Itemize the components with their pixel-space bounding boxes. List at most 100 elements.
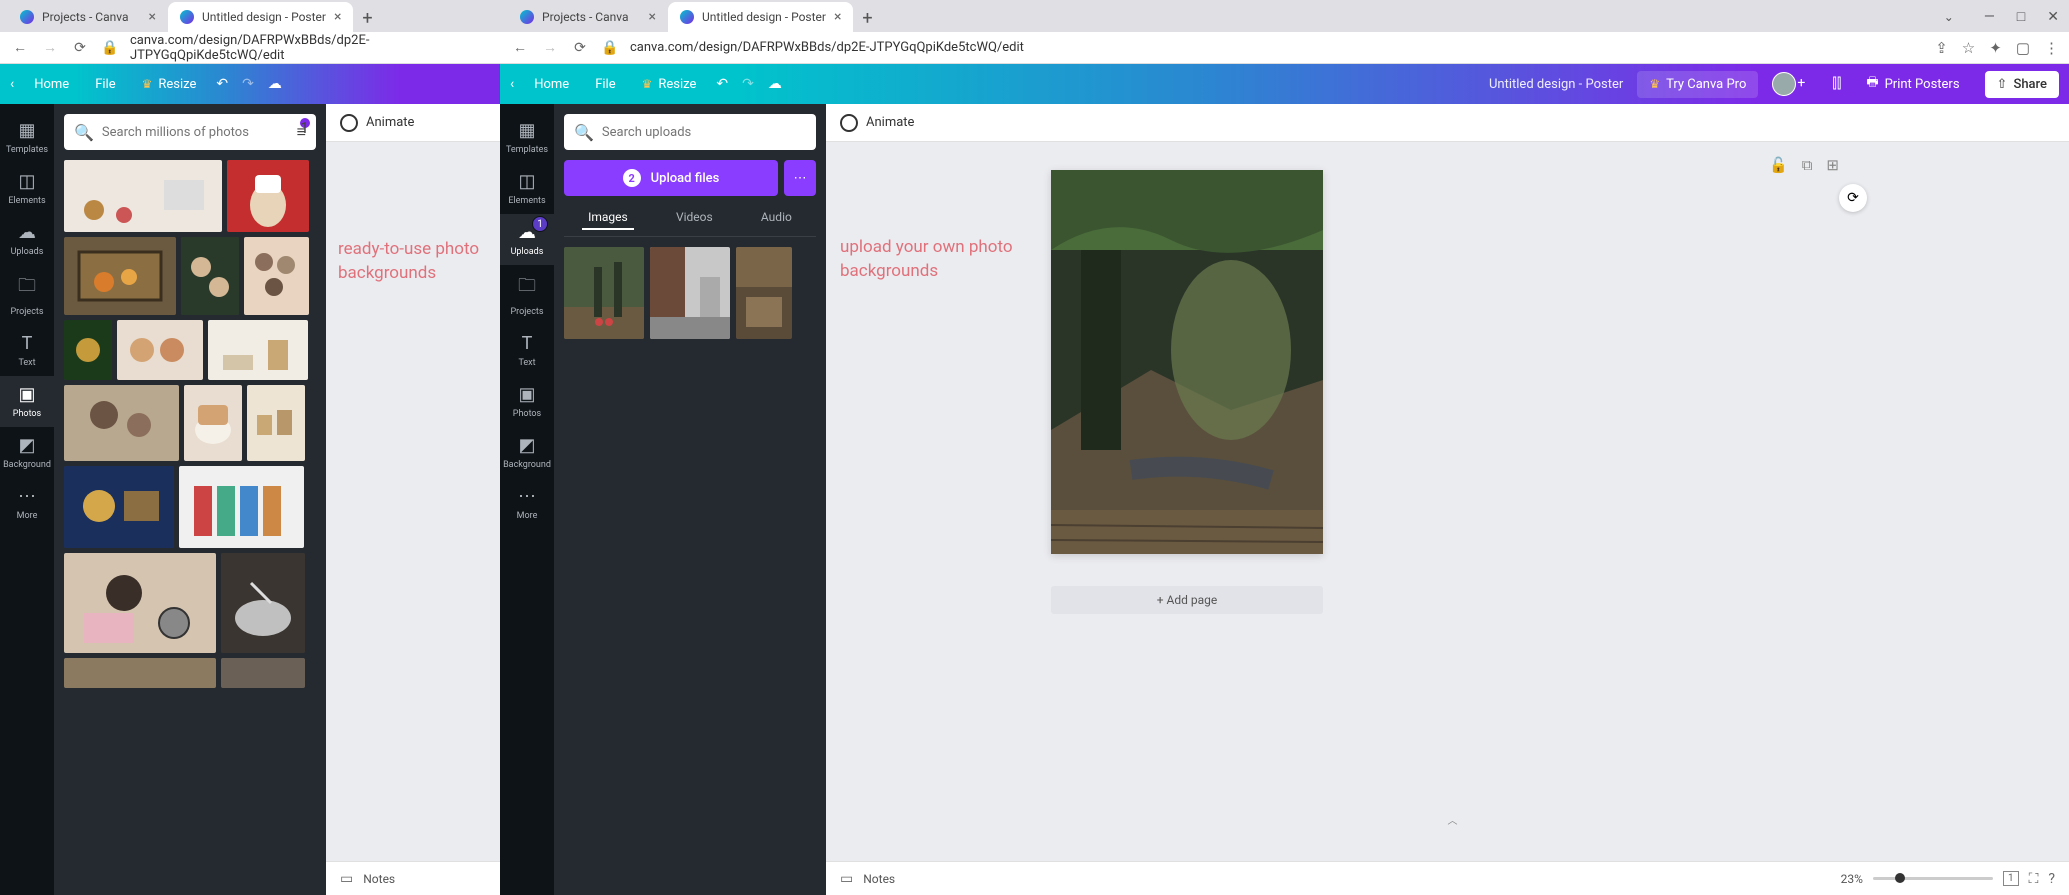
sidebar-item-background[interactable]: ◩Background [500,427,554,478]
back-icon[interactable]: ← [510,39,530,56]
browser-tab[interactable]: Untitled design - Poster × [168,2,353,32]
sidebar-item-more[interactable]: ⋯More [0,478,54,529]
forward-icon[interactable]: → [540,39,560,56]
star-icon[interactable]: ☆ [1962,39,1975,57]
back-icon[interactable]: ‹ [10,76,14,92]
notes-button[interactable]: Notes [863,872,895,886]
sidebar-item-text[interactable]: TText [0,325,54,376]
zoom-value[interactable]: 23% [1841,872,1863,886]
upload-thumb[interactable] [564,247,644,339]
new-tab-button[interactable]: + [853,4,881,32]
page-count-icon[interactable]: 1 [2003,871,2019,886]
resize-button[interactable]: ♛Resize [636,73,703,96]
refresh-button[interactable]: ⟳ [1839,184,1867,212]
forward-icon[interactable]: → [40,39,60,56]
home-button[interactable]: Home [28,73,75,96]
url-text[interactable]: canva.com/design/DAFRPWxBBds/dp2E-JTPYGq… [630,40,1925,55]
sidebar-item-projects[interactable]: 🗀Projects [0,265,54,325]
zoom-slider[interactable] [1873,877,1993,880]
close-icon[interactable]: × [149,9,156,25]
photo-thumb[interactable] [64,466,174,548]
photo-thumb[interactable] [64,385,179,461]
search-input[interactable] [602,125,806,140]
back-icon[interactable]: ‹ [510,76,514,92]
sidebar-item-text[interactable]: TText [500,325,554,376]
photo-thumb[interactable] [244,237,309,315]
reload-icon[interactable]: ⟳ [70,40,90,56]
photo-thumb[interactable] [64,658,216,688]
notes-button[interactable]: Notes [363,872,395,886]
animate-button[interactable]: Animate [866,115,914,130]
upload-thumb[interactable] [736,247,792,339]
browser-tab[interactable]: Projects - Canva × [8,2,168,32]
redo-icon[interactable]: ↷ [242,76,254,92]
add-icon[interactable]: ⊞ [1826,156,1839,174]
sidebar-item-elements[interactable]: ◫Elements [500,163,554,214]
redo-icon[interactable]: ↷ [742,76,754,92]
file-button[interactable]: File [89,73,121,96]
try-pro-button[interactable]: ♛Try Canva Pro [1637,71,1758,98]
duplicate-icon[interactable]: ⧉ [1802,156,1813,174]
sidebar-item-uploads[interactable]: ☁Uploads [0,214,54,265]
photo-thumb[interactable] [221,658,305,688]
lock-icon[interactable]: 🔓 [1769,156,1788,174]
avatar[interactable] [1772,72,1796,96]
tab-audio[interactable]: Audio [755,206,798,230]
cloud-icon[interactable]: ☁ [268,76,282,92]
tab-videos[interactable]: Videos [670,206,719,230]
insights-icon[interactable]: ⫿⫿ [1832,76,1841,92]
sidebar-item-photos[interactable]: ▣Photos [500,376,554,427]
resize-button[interactable]: ♛Resize [136,73,203,96]
sidebar-item-background[interactable]: ◩Background [0,427,54,478]
expand-pages-icon[interactable]: ︿ [1448,812,1458,827]
photo-thumb[interactable] [179,466,304,548]
sidebar-item-more[interactable]: ⋯More [500,478,554,529]
canvas-body[interactable]: ready-to-use photobackgrounds [326,142,500,861]
add-page-button[interactable]: + Add page [1051,586,1323,614]
photo-thumb[interactable] [64,160,222,232]
print-button[interactable]: 🖶Print Posters [1855,66,1970,102]
upload-files-button[interactable]: 2 Upload files [564,160,778,196]
undo-icon[interactable]: ↶ [716,76,728,92]
account-icon[interactable]: ▢ [2016,39,2030,57]
sidebar-item-photos[interactable]: ▣Photos [0,376,54,427]
photo-thumb[interactable] [64,237,176,315]
close-window-icon[interactable]: ✕ [2047,9,2059,25]
file-button[interactable]: File [589,73,621,96]
canvas-page[interactable] [1051,170,1323,554]
photo-thumb[interactable] [117,320,203,380]
close-icon[interactable]: × [834,9,841,25]
photo-thumb[interactable] [208,320,308,380]
photo-thumb[interactable] [221,553,305,653]
fullscreen-icon[interactable]: ⛶ [2029,871,2039,887]
url-text[interactable]: canva.com/design/DAFRPWxBBds/dp2E-JTPYGq… [130,33,490,63]
close-icon[interactable]: × [334,9,341,25]
extensions-icon[interactable]: ✦ [1989,39,2002,57]
canvas-body[interactable]: upload your own photobackgrounds 🔓 ⧉ ⊞ [826,142,2069,861]
undo-icon[interactable]: ↶ [216,76,228,92]
upload-thumb[interactable] [650,247,730,339]
new-tab-button[interactable]: + [353,4,381,32]
filter-icon[interactable]: ≡1 [297,122,306,142]
tab-images[interactable]: Images [582,206,634,230]
menu-icon[interactable]: ⋮ [2044,39,2059,57]
chevron-down-icon[interactable]: ⌄ [1944,10,1954,24]
animate-button[interactable]: Animate [366,115,414,130]
photo-thumb[interactable] [184,385,242,461]
reload-icon[interactable]: ⟳ [570,40,590,56]
doc-title[interactable]: Untitled design - Poster [1489,77,1623,92]
sidebar-item-elements[interactable]: ◫Elements [0,163,54,214]
minimize-icon[interactable]: — [1984,9,1995,25]
browser-tab[interactable]: Untitled design - Poster × [668,2,853,32]
photo-thumb[interactable] [64,320,112,380]
share-button[interactable]: ⇧Share [1985,71,2059,98]
photo-thumb[interactable] [247,385,305,461]
zoom-thumb[interactable] [1895,873,1905,883]
help-icon[interactable]: ? [2048,871,2055,887]
maximize-icon[interactable]: □ [2017,8,2025,25]
photo-thumb[interactable] [64,553,216,653]
sidebar-item-templates[interactable]: ▦Templates [0,112,54,163]
sidebar-item-projects[interactable]: 🗀Projects [500,265,554,325]
browser-tab[interactable]: Projects - Canva × [508,2,668,32]
share-url-icon[interactable]: ⇪ [1935,39,1948,57]
